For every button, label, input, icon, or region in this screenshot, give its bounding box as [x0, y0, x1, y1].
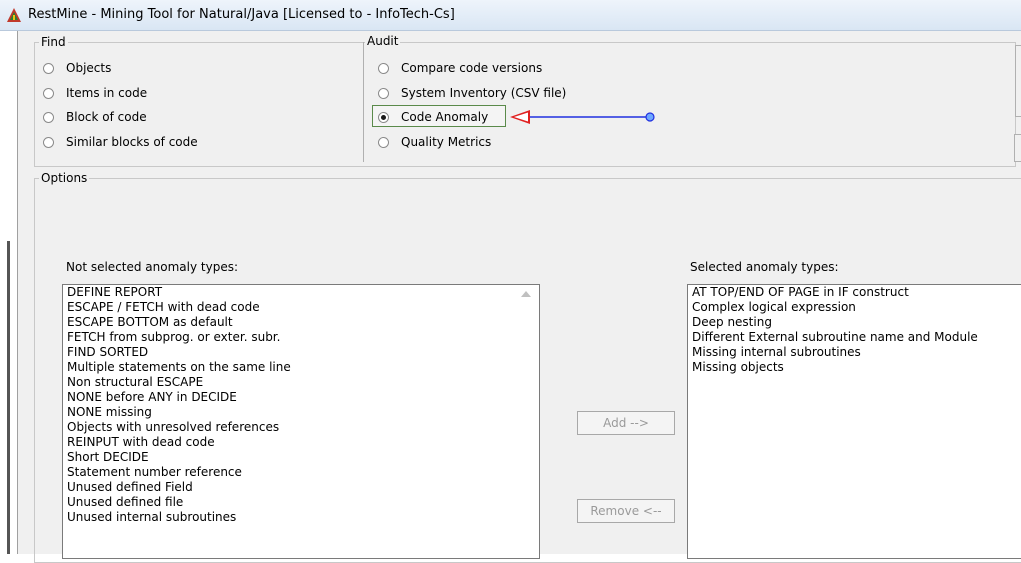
title-bar: RestMine - Mining Tool for Natural/Java …	[0, 0, 1021, 31]
scroll-up-icon[interactable]	[521, 291, 531, 297]
options-group-label: Options	[41, 171, 88, 185]
left-edge-strip	[0, 31, 17, 554]
radio-block-of-code-button[interactable]	[43, 111, 54, 123]
list-item[interactable]: Missing internal subroutines	[688, 345, 1021, 360]
list-item[interactable]: ESCAPE BOTTOM as default	[63, 315, 539, 330]
radio-compare-versions-label: Compare code versions	[401, 61, 543, 75]
radio-items-in-code-label: Items in code	[66, 86, 148, 100]
radio-similar-blocks[interactable]: Similar blocks of code	[43, 133, 198, 151]
radio-code-anomaly-button[interactable]	[378, 111, 389, 123]
radio-similar-blocks-button[interactable]	[43, 136, 54, 148]
list-item[interactable]: DEFINE REPORT	[63, 285, 539, 300]
not-selected-label: Not selected anomaly types:	[66, 260, 239, 274]
list-item[interactable]: Unused internal subroutines	[63, 510, 539, 525]
list-item[interactable]: ESCAPE / FETCH with dead code	[63, 300, 539, 315]
radio-system-inventory-button[interactable]	[378, 87, 389, 99]
app-logo-icon	[7, 8, 21, 22]
selected-list[interactable]: AT TOP/END OF PAGE in IF construct Comple…	[687, 284, 1021, 559]
list-item[interactable]: NONE before ANY in DECIDE	[63, 390, 539, 405]
radio-block-of-code[interactable]: Block of code	[43, 108, 147, 126]
window-title: RestMine - Mining Tool for Natural/Java …	[28, 7, 455, 22]
annotation-arrow-icon	[510, 110, 655, 124]
find-audit-divider	[363, 42, 364, 162]
selected-label: Selected anomaly types:	[690, 260, 839, 274]
add-button[interactable]: Add -->	[577, 411, 675, 435]
list-item[interactable]: FETCH from subprog. or exter. subr.	[63, 330, 539, 345]
list-item[interactable]: REINPUT with dead code	[63, 435, 539, 450]
list-item[interactable]: Missing objects	[688, 360, 1021, 375]
audit-group-label: Audit	[365, 34, 401, 48]
list-item[interactable]: NONE missing	[63, 405, 539, 420]
radio-quality-metrics-label: Quality Metrics	[401, 135, 492, 149]
main-window: Find Audit Objects Items in code Block o…	[17, 31, 1021, 563]
list-item[interactable]: Objects with unresolved references	[63, 420, 539, 435]
remove-button[interactable]: Remove <--	[577, 499, 675, 523]
list-item[interactable]: Different External subroutine name and M…	[688, 330, 1021, 345]
list-item[interactable]: Unused defined file	[63, 495, 539, 510]
list-item[interactable]: Statement number reference	[63, 465, 539, 480]
list-item[interactable]: Deep nesting	[688, 315, 1021, 330]
radio-system-inventory[interactable]: System Inventory (CSV file)	[378, 84, 566, 102]
list-item[interactable]: Short DECIDE	[63, 450, 539, 465]
list-item[interactable]: Multiple statements on the same line	[63, 360, 539, 375]
radio-objects[interactable]: Objects	[43, 59, 111, 77]
radio-compare-versions-button[interactable]	[378, 62, 389, 74]
radio-items-in-code-button[interactable]	[43, 87, 54, 99]
list-item[interactable]: Complex logical expression	[688, 300, 1021, 315]
radio-items-in-code[interactable]: Items in code	[43, 84, 147, 102]
list-item[interactable]: FIND SORTED	[63, 345, 539, 360]
radio-quality-metrics[interactable]: Quality Metrics	[378, 133, 491, 151]
radio-compare-versions[interactable]: Compare code versions	[378, 59, 542, 77]
not-selected-list[interactable]: DEFINE REPORT ESCAPE / FETCH with dead co…	[62, 284, 540, 559]
radio-objects-label: Objects	[66, 61, 112, 75]
find-group-label: Find	[41, 35, 66, 49]
radio-code-anomaly[interactable]: Code Anomaly	[378, 108, 488, 126]
radio-system-inventory-label: System Inventory (CSV file)	[401, 86, 567, 100]
right-edge-panel	[1015, 45, 1021, 117]
radio-objects-button[interactable]	[43, 62, 54, 74]
radio-block-of-code-label: Block of code	[66, 110, 147, 124]
radio-quality-metrics-button[interactable]	[378, 136, 389, 148]
radio-similar-blocks-label: Similar blocks of code	[66, 135, 198, 149]
list-item[interactable]: Non structural ESCAPE	[63, 375, 539, 390]
list-item[interactable]: AT TOP/END OF PAGE in IF construct	[688, 285, 1021, 300]
right-edge-button[interactable]	[1014, 134, 1021, 162]
radio-code-anomaly-label: Code Anomaly	[401, 110, 489, 124]
list-item[interactable]: Unused defined Field	[63, 480, 539, 495]
